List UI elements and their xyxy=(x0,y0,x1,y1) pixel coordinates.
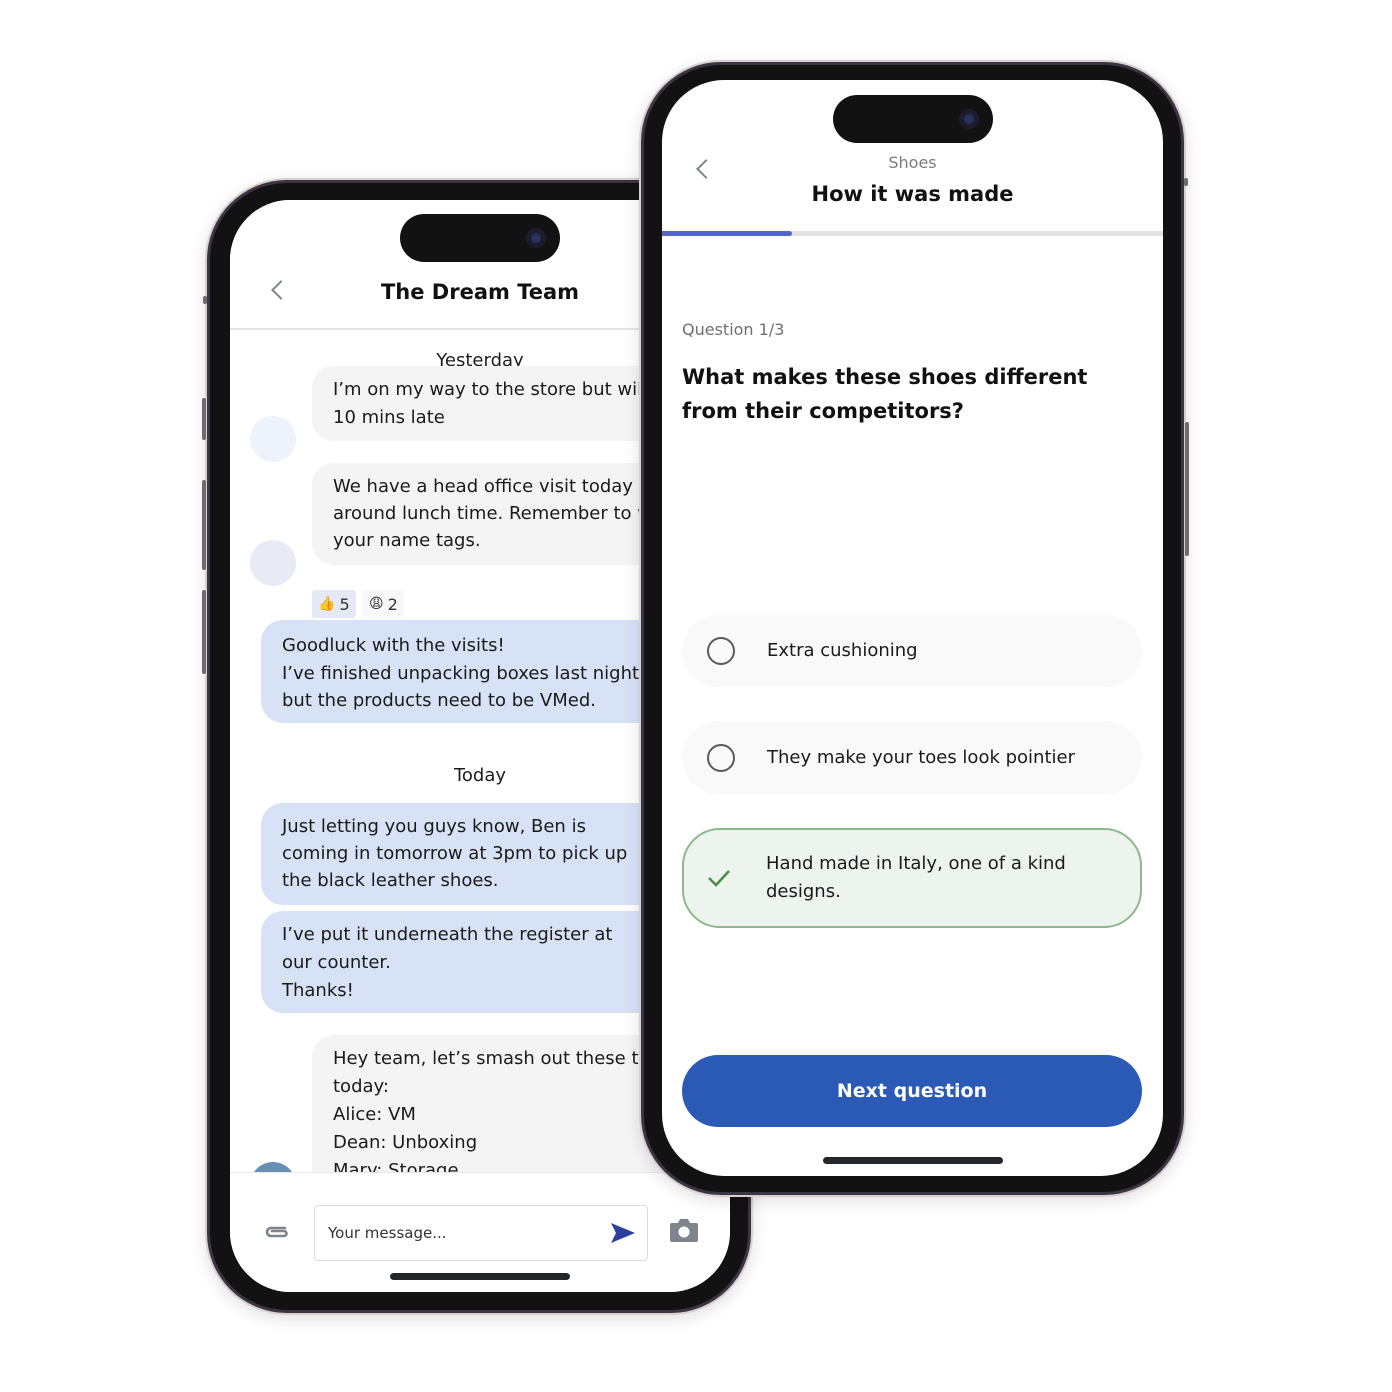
paperclip-icon[interactable] xyxy=(262,1223,292,1241)
question-text: What makes these shoes different from th… xyxy=(682,365,1088,423)
dynamic-island xyxy=(832,95,993,143)
answer-option-correct[interactable]: Hand made in Italy, one of a kind design… xyxy=(682,828,1142,928)
reaction-thumbs-up[interactable]: 👍 5 xyxy=(312,590,356,618)
dynamic-island xyxy=(400,214,560,262)
breadcrumb: Shoes xyxy=(888,153,937,172)
quiz-phone-device: Shoes How it was made Question 1/3 What … xyxy=(639,60,1189,1197)
answer-option[interactable]: They make your toes look pointier xyxy=(682,721,1142,794)
send-icon[interactable] xyxy=(611,1223,635,1243)
phone-volume-down-button xyxy=(202,480,206,570)
phone-side-marker xyxy=(1184,178,1188,186)
avatar xyxy=(250,540,296,586)
home-indicator xyxy=(390,1273,570,1280)
page-title: How it was made xyxy=(811,182,1014,206)
radio-unselected-icon xyxy=(707,637,735,665)
camera-icon[interactable] xyxy=(670,1218,698,1242)
quiz-progress-bar xyxy=(662,231,1163,236)
avatar-photo xyxy=(250,1162,296,1172)
quiz-progress-fill xyxy=(662,231,793,236)
next-question-button[interactable]: Next question xyxy=(682,1055,1142,1127)
quiz-screen: Shoes How it was made Question 1/3 What … xyxy=(662,80,1163,1176)
home-indicator xyxy=(822,1157,1003,1164)
thumbs-up-icon: 👍 xyxy=(318,596,336,612)
phone-power-button xyxy=(1185,422,1189,556)
reaction-weary-face[interactable]: 😩 2 xyxy=(363,590,404,618)
avatar xyxy=(250,416,296,462)
message-composer: Your message... xyxy=(230,1172,730,1292)
weary-face-icon: 😩 xyxy=(369,596,384,612)
phone-silent-button xyxy=(202,590,206,674)
radio-unselected-icon xyxy=(707,743,735,772)
question-counter: Question 1/3 xyxy=(682,320,785,339)
checkmark-icon xyxy=(708,870,730,887)
answer-option[interactable]: Extra cushioning xyxy=(682,615,1142,687)
phone-volume-up-button xyxy=(202,398,206,440)
message-input[interactable]: Your message... xyxy=(314,1205,648,1261)
